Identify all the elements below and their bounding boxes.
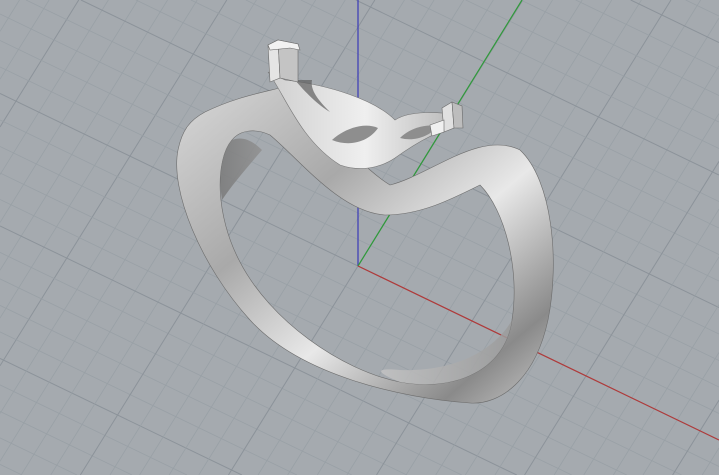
construction-grid bbox=[0, 0, 719, 475]
grid-line bbox=[685, 0, 719, 17]
grid-line bbox=[520, 0, 719, 96]
grid-line bbox=[575, 0, 719, 70]
grid-line bbox=[0, 0, 198, 319]
grid-line bbox=[0, 331, 298, 475]
grid-line bbox=[0, 437, 78, 475]
grid-line bbox=[435, 17, 719, 475]
prong-left[interactable] bbox=[267, 39, 301, 83]
grid-line bbox=[583, 256, 719, 475]
grid-line bbox=[316, 0, 613, 475]
grid-line bbox=[672, 399, 719, 475]
grid-line bbox=[0, 0, 50, 80]
grid-line bbox=[524, 161, 719, 475]
grid-line bbox=[465, 0, 719, 123]
grid-line bbox=[0, 0, 139, 223]
grid-line bbox=[701, 447, 719, 475]
grid-line bbox=[0, 411, 133, 475]
grid-line bbox=[0, 0, 109, 175]
grid-line bbox=[630, 0, 719, 44]
viewport-canvas[interactable] bbox=[0, 0, 719, 475]
grid-line bbox=[346, 0, 642, 475]
3d-viewport[interactable] bbox=[0, 0, 719, 475]
grid-line bbox=[0, 0, 80, 128]
grid-line bbox=[0, 464, 23, 475]
grid-line bbox=[109, 0, 405, 475]
grid-line bbox=[355, 0, 719, 176]
grid-line bbox=[0, 0, 287, 462]
grid-line bbox=[613, 304, 719, 475]
grid-line bbox=[0, 305, 353, 475]
grid-line bbox=[553, 208, 719, 475]
grid-line bbox=[642, 352, 719, 475]
grid-line bbox=[405, 0, 701, 475]
grid-line bbox=[0, 384, 188, 475]
grid-line bbox=[0, 225, 517, 475]
